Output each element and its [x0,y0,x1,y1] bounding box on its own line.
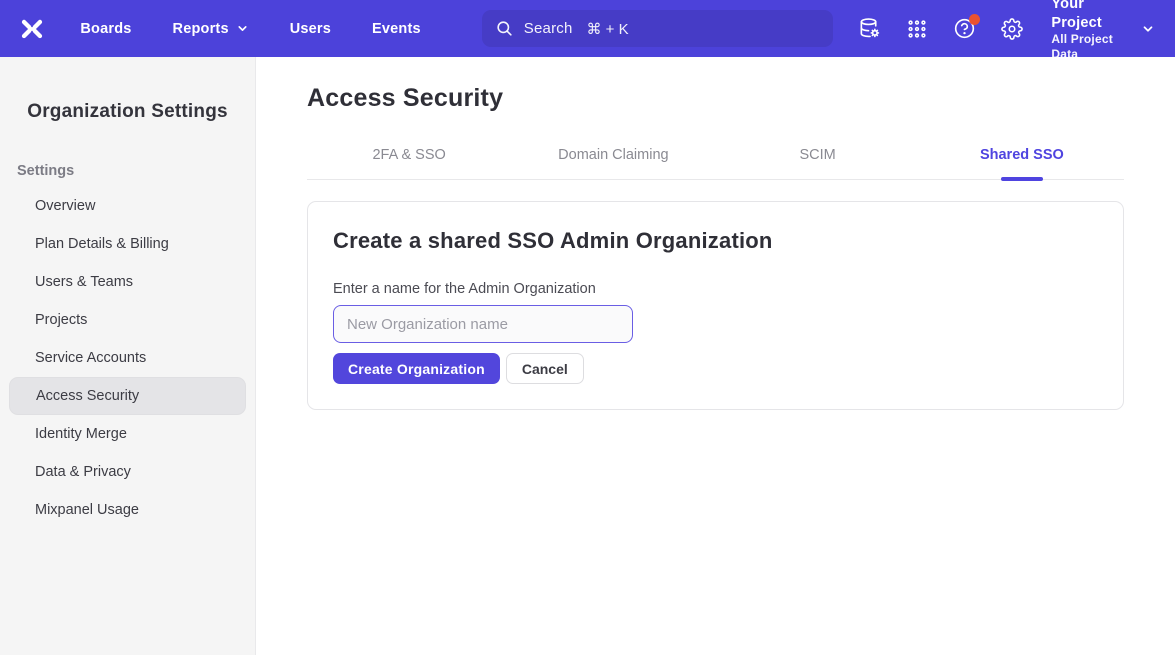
sidebar-item-data-privacy[interactable]: Data & Privacy [0,453,255,491]
search-icon [495,19,514,38]
project-name: Your Project [1051,0,1127,32]
nav-item-label: Boards [80,21,131,37]
nav-item-events[interactable]: Events [372,21,421,37]
nav-item-label: Reports [173,21,229,37]
sidebar-item-users-teams[interactable]: Users & Teams [0,263,255,301]
page-title: Access Security [307,84,1124,113]
tab-2fa-sso[interactable]: 2FA & SSO [307,138,511,179]
sidebar-item-service-accounts[interactable]: Service Accounts [0,339,255,377]
cancel-button[interactable]: Cancel [506,353,584,384]
nav-item-users[interactable]: Users [290,21,331,37]
sidebar-item-access-security[interactable]: Access Security [9,377,246,415]
chevron-down-icon [1141,22,1155,36]
card-title: Create a shared SSO Admin Organization [333,228,1098,254]
nav-links: Boards Reports Users Events [80,21,461,37]
sidebar-item-mixpanel-usage[interactable]: Mixpanel Usage [0,491,255,529]
tab-bar: 2FA & SSO Domain Claiming SCIM Shared SS… [307,138,1124,180]
main-content: Access Security 2FA & SSO Domain Claimin… [256,57,1175,410]
sidebar-item-projects[interactable]: Projects [0,301,255,339]
project-scope: All Project Data [1051,32,1127,62]
navbar-right: Your Project All Project Data [833,0,1155,62]
project-text: Your Project All Project Data [1051,0,1127,62]
search-shortcut: ⌘ + K [587,20,629,38]
nav-item-reports[interactable]: Reports [173,21,249,37]
nav-item-label: Events [372,21,421,37]
apps-grid-icon[interactable] [906,18,928,40]
global-search-input[interactable]: Search ⌘ + K [482,10,834,47]
settings-gear-icon[interactable] [1001,18,1023,40]
project-switcher[interactable]: Your Project All Project Data [1051,0,1155,62]
sidebar-item-identity-merge[interactable]: Identity Merge [0,415,255,453]
sidebar-list: Overview Plan Details & Billing Users & … [0,187,255,529]
sidebar-item-plan-details-billing[interactable]: Plan Details & Billing [0,225,255,263]
notification-dot [969,14,980,25]
search-placeholder: Search [524,20,573,37]
tab-shared-sso[interactable]: Shared SSO [920,138,1124,179]
help-icon[interactable] [953,17,976,40]
top-navbar: Boards Reports Users Events Search ⌘ + K [0,0,1175,57]
tab-scim[interactable]: SCIM [716,138,920,179]
org-name-input[interactable] [333,305,633,343]
tab-label: Shared SSO [980,147,1064,163]
sidebar-section-label: Settings [17,163,255,179]
org-settings-sidebar: Organization Settings Settings Overview … [0,57,256,655]
mixpanel-logo[interactable] [16,12,48,46]
org-name-field-label: Enter a name for the Admin Organization [333,281,1098,297]
sidebar-item-overview[interactable]: Overview [0,187,255,225]
tab-domain-claiming[interactable]: Domain Claiming [511,138,715,179]
tab-label: 2FA & SSO [372,147,445,163]
tab-label: SCIM [800,147,836,163]
create-shared-sso-card: Create a shared SSO Admin Organization E… [307,201,1124,410]
tab-label: Domain Claiming [558,147,668,163]
nav-item-boards[interactable]: Boards [80,21,131,37]
create-organization-button[interactable]: Create Organization [333,353,500,384]
chevron-down-icon [236,22,249,35]
active-tab-underline [1001,177,1043,181]
card-button-row: Create Organization Cancel [333,353,1098,384]
data-management-icon[interactable] [858,17,881,40]
nav-item-label: Users [290,21,331,37]
sidebar-title: Organization Settings [0,101,255,123]
